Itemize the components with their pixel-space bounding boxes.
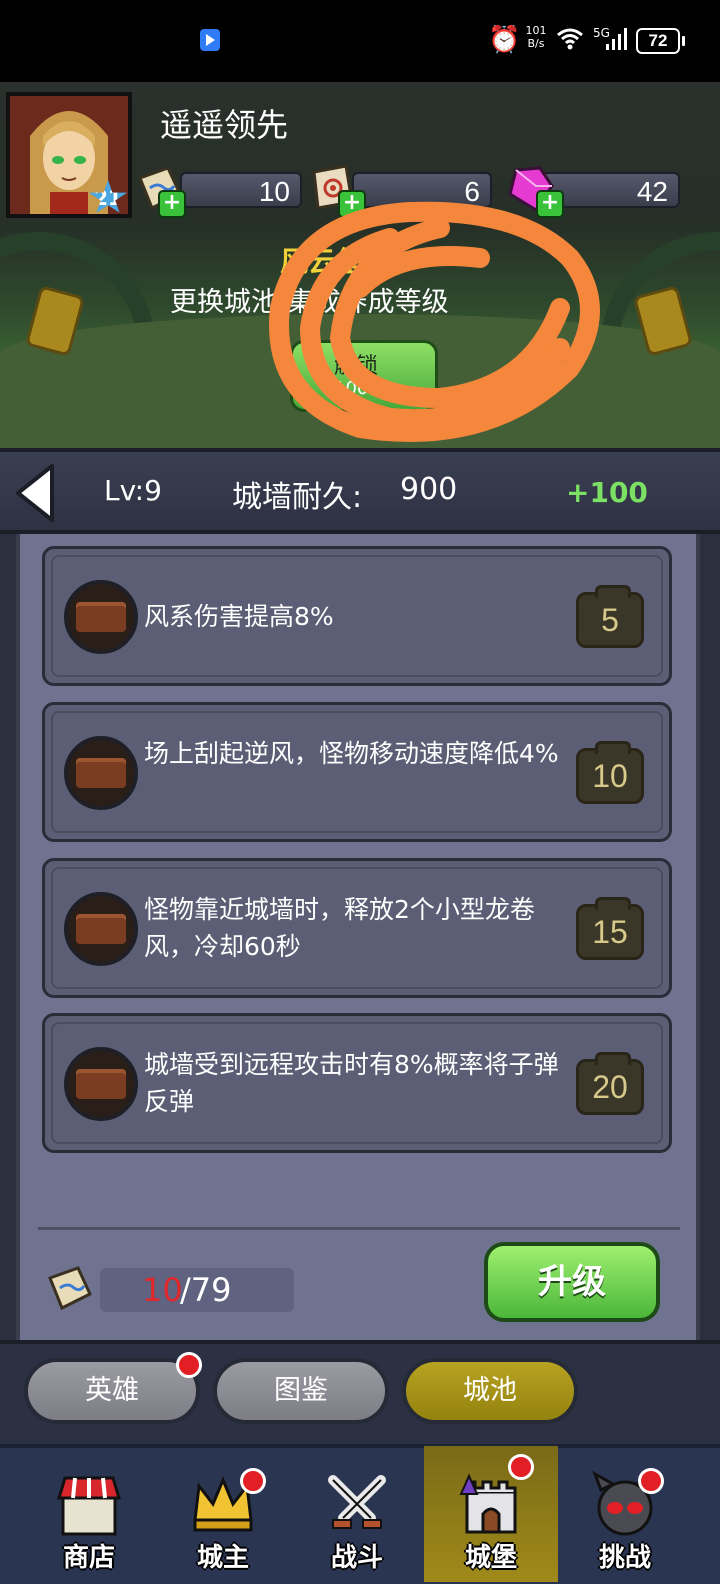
perk-text: 城墙受到远程攻击时有8%概率将子弹反弹 [144,1050,559,1116]
stone-scroll-icon [48,1266,92,1311]
nav-castle[interactable]: 城堡 [424,1446,558,1582]
perk-chest-icon [64,580,138,654]
crossed-swords-icon [328,1475,386,1529]
durability-bonus: +100 [566,476,648,509]
perk-text: 怪物靠近城墙时，释放2个小型龙卷风，冷却60秒 [144,895,535,961]
back-arrow-icon[interactable] [12,462,60,524]
nav-label: 城主 [196,1543,249,1573]
upgrade-cost-max: /79 [180,1271,232,1309]
nav-label: 城堡 [464,1543,517,1573]
notification-dot [638,1468,664,1494]
perk-chest-icon [64,892,138,966]
battery-indicator: 72 [636,28,685,54]
alarm-icon: ⏰ [488,25,521,55]
castle-level: Lv:9 [104,474,162,507]
notification-dot [508,1454,534,1480]
nav-lord[interactable]: 城主 [156,1446,290,1582]
shop-icon [56,1476,122,1536]
perk-text: 场上刮起逆风，怪物移动速度降低4% [144,739,559,768]
durability-value: 900 [400,472,458,507]
tab-city[interactable]: 城池 [402,1358,578,1424]
notification-app-icon [200,29,220,51]
castle-icon [459,1473,517,1534]
perk-text: 风系伤害提高8% [144,602,334,631]
nav-label: 商店 [62,1543,115,1573]
nav-battle[interactable]: 战斗 [290,1446,424,1582]
perk-required-level: 5 [576,585,644,648]
signal-icon [606,28,627,50]
perk-chest-icon [64,736,138,810]
divider [38,1227,680,1230]
tab-heroes[interactable]: 英雄 [24,1358,200,1424]
upgrade-cost-current: 10 [142,1271,183,1309]
upgrade-button[interactable]: 升级 [484,1242,660,1322]
perk-required-level: 15 [576,897,644,960]
add-stone-button[interactable]: + [158,190,186,218]
notification-dot [240,1468,266,1494]
net-speed: 101 B/s [525,24,547,50]
net-speed-unit: B/s [527,37,545,50]
player-name: 遥遥领先 [160,106,289,144]
durability-label: 城墙耐久: [232,480,363,515]
net-speed-value: 101 [525,24,547,37]
perk-chest-icon [64,1047,138,1121]
wifi-icon [557,28,583,50]
nav-label: 战斗 [330,1543,383,1573]
perk-required-level: 20 [576,1052,644,1115]
nav-shop[interactable]: 商店 [22,1446,156,1582]
tab-codex[interactable]: 图鉴 [213,1358,389,1424]
status-time: 8:43 [137,20,190,50]
nav-label: 挑战 [598,1543,651,1573]
notification-dot [176,1352,202,1378]
orange-scribble-annotation [269,201,600,442]
nav-challenge[interactable]: 挑战 [558,1446,692,1582]
perk-required-level: 10 [576,741,644,804]
